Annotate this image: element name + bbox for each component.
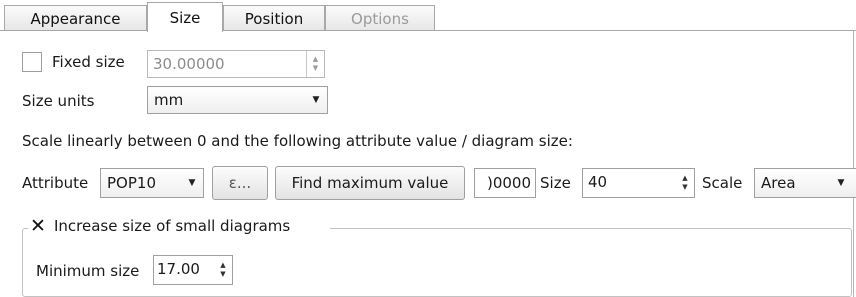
chevron-down-icon: ▼: [312, 95, 320, 105]
chevron-down-icon: ▼: [188, 178, 196, 188]
scale-label: Scale: [702, 174, 743, 192]
attribute-label: Attribute: [22, 174, 89, 192]
spin-buttons[interactable]: ▲ ▼: [676, 169, 694, 197]
minimum-size-value: 17.00: [157, 260, 200, 278]
size-units-selected: mm: [154, 91, 184, 109]
tab-label: Options: [351, 9, 409, 28]
fixed-size-checkbox[interactable]: [22, 52, 42, 72]
minimum-size-label: Minimum size: [36, 262, 140, 280]
attribute-dropdown[interactable]: POP10 ▼: [100, 168, 204, 198]
tab-label: Size: [169, 8, 201, 27]
tab-label: Position: [244, 9, 304, 28]
spin-buttons: ▲ ▼: [306, 51, 324, 77]
scale-selected: Area: [761, 174, 796, 192]
increase-size-checkbox[interactable]: ✕: [28, 215, 48, 237]
find-maximum-value-button[interactable]: Find maximum value: [275, 166, 465, 200]
fixed-size-label: Fixed size: [52, 53, 125, 71]
spin-up-icon: ▲: [220, 261, 226, 269]
tab-appearance[interactable]: Appearance: [4, 5, 147, 31]
size-units-label: Size units: [22, 92, 95, 110]
spin-down-icon: ▼: [220, 270, 226, 278]
chevron-down-icon: ▼: [837, 178, 845, 188]
scale-description: Scale linearly between 0 and the followi…: [22, 132, 573, 150]
size-value: 40: [588, 173, 608, 191]
tab-label: Appearance: [30, 9, 121, 28]
increase-size-group: [22, 228, 852, 297]
size-spinbox[interactable]: 40 ▲ ▼: [582, 168, 695, 198]
tab-bar: Appearance Size Position Options: [0, 0, 856, 32]
expression-icon: ε...: [228, 174, 252, 192]
tab-divider: [0, 30, 856, 31]
checkmark-icon: ✕: [30, 215, 46, 237]
spin-up-icon: ▲: [682, 174, 688, 182]
spin-buttons[interactable]: ▲ ▼: [214, 256, 232, 284]
minimum-size-spinbox[interactable]: 17.00 ▲ ▼: [153, 255, 233, 285]
max-attribute-value: )0000: [486, 174, 531, 192]
find-maximum-value-label: Find maximum value: [291, 174, 449, 192]
spin-down-icon: ▼: [682, 183, 688, 191]
fixed-size-spinbox: 30.00000 ▲ ▼: [147, 50, 325, 78]
size-label: Size: [540, 174, 571, 192]
attribute-selected: POP10: [107, 174, 156, 192]
scale-dropdown[interactable]: Area ▼: [754, 168, 856, 198]
increase-size-label: Increase size of small diagrams: [54, 217, 291, 235]
fixed-size-value: 30.00000: [153, 55, 225, 73]
increase-size-group-title: ✕ Increase size of small diagrams: [28, 214, 330, 238]
max-attribute-value-input[interactable]: )0000: [474, 168, 536, 198]
tab-size[interactable]: Size: [147, 2, 223, 32]
size-units-dropdown[interactable]: mm ▼: [147, 86, 328, 114]
tab-options: Options: [325, 5, 435, 31]
spin-down-icon: ▼: [312, 64, 319, 72]
tab-position[interactable]: Position: [223, 5, 325, 31]
spin-up-icon: ▲: [312, 55, 319, 63]
expression-button[interactable]: ε...: [212, 166, 268, 200]
panel-border: [853, 30, 854, 297]
